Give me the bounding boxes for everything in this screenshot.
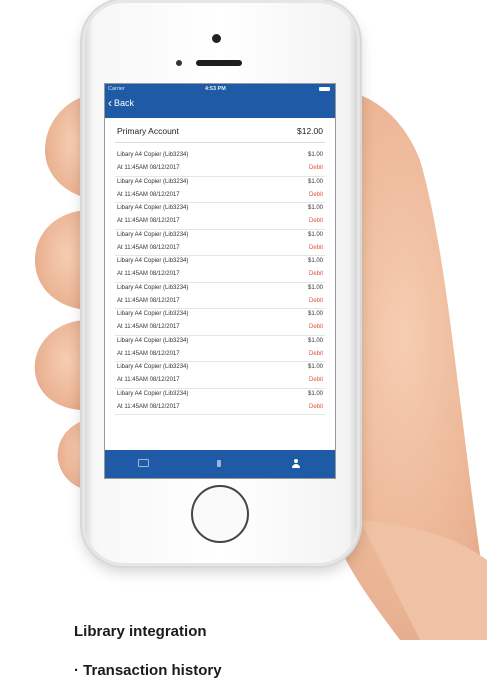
user-icon bbox=[292, 458, 301, 468]
transaction-row[interactable]: Libary A4 Copier (Lib3234) $1.00 At 11:4… bbox=[115, 389, 325, 415]
carrier-label: Carrier bbox=[108, 86, 125, 92]
transaction-type: Debit bbox=[308, 271, 323, 277]
transaction-amount: $1.00 bbox=[307, 205, 323, 211]
transaction-type: Debit bbox=[308, 191, 323, 198]
transaction-amount: $1.00 bbox=[307, 152, 323, 158]
transaction-amount: $1.00 bbox=[307, 231, 323, 238]
back-label: Back bbox=[114, 98, 135, 108]
transaction-description: Libary A4 Copier (Lib3234) bbox=[117, 152, 189, 158]
transaction-type: Debit bbox=[308, 244, 323, 251]
transaction-type: Debit bbox=[308, 165, 323, 171]
transaction-type: Debit bbox=[308, 297, 323, 304]
transaction-row[interactable]: Libary A4 Copier (Lib3234) $1.00 At 11:4… bbox=[115, 336, 325, 362]
transaction-timestamp: At 11:45AM 08/12/2017 bbox=[117, 244, 180, 251]
transaction-row[interactable]: Libary A4 Copier (Lib3234) $1.00 At 11:4… bbox=[115, 177, 325, 203]
transaction-row[interactable]: Libary A4 Copier (Lib3234) $1.00 At 11:4… bbox=[115, 150, 325, 177]
transaction-description: Libary A4 Copier (Lib3234) bbox=[117, 205, 189, 211]
tab-wallet[interactable] bbox=[133, 456, 153, 470]
transaction-description: Libary A4 Copier (Lib3234) bbox=[117, 364, 189, 370]
transaction-timestamp: At 11:45AM 08/12/2017 bbox=[117, 350, 180, 357]
transaction-timestamp: At 11:45AM 08/12/2017 bbox=[117, 165, 180, 171]
caption-title: Library integration bbox=[74, 623, 207, 640]
transaction-description: Libary A4 Copier (Lib3234) bbox=[117, 390, 189, 397]
transaction-row[interactable]: Libary A4 Copier (Lib3234) $1.00 At 11:4… bbox=[115, 309, 325, 336]
divider bbox=[115, 142, 325, 143]
transaction-timestamp: At 11:45AM 08/12/2017 bbox=[117, 271, 180, 277]
caption-subtitle: · Transaction history bbox=[74, 662, 222, 679]
status-bar: Carrier 4:53 PM bbox=[105, 85, 335, 95]
transaction-timestamp: At 11:45AM 08/12/2017 bbox=[117, 324, 180, 330]
transaction-type: Debit bbox=[308, 324, 323, 330]
user-icon-head bbox=[294, 458, 298, 463]
proximity-sensor bbox=[176, 60, 182, 66]
transaction-row[interactable]: Libary A4 Copier (Lib3234) $1.00 At 11:4… bbox=[115, 256, 325, 283]
user-icon-body bbox=[292, 463, 300, 468]
front-camera bbox=[212, 34, 221, 43]
account-balance: $12.00 bbox=[297, 126, 323, 136]
transaction-row[interactable]: Libary A4 Copier (Lib3234) $1.00 At 11:4… bbox=[115, 362, 325, 389]
transaction-timestamp: At 11:45AM 08/12/2017 bbox=[117, 191, 180, 198]
transaction-type: Debit bbox=[308, 377, 323, 383]
wallet-icon bbox=[137, 459, 149, 467]
back-button[interactable]: ‹ Back bbox=[108, 96, 135, 110]
transaction-list: Libary A4 Copier (Lib3234) $1.00 At 11:4… bbox=[115, 150, 325, 415]
transaction-row[interactable]: Libary A4 Copier (Lib3234) $1.00 At 11:4… bbox=[115, 283, 325, 309]
transaction-timestamp: At 11:45AM 08/12/2017 bbox=[117, 218, 180, 224]
battery-icon bbox=[319, 87, 330, 91]
transaction-content: Primary Account $12.00 Libary A4 Copier … bbox=[105, 118, 335, 450]
transaction-amount: $1.00 bbox=[307, 178, 323, 185]
transaction-description: Libary A4 Copier (Lib3234) bbox=[117, 311, 189, 317]
tab-card[interactable] bbox=[209, 456, 229, 470]
tab-profile[interactable] bbox=[286, 456, 306, 470]
transaction-amount: $1.00 bbox=[307, 390, 323, 397]
transaction-description: Libary A4 Copier (Lib3234) bbox=[117, 178, 189, 185]
transaction-amount: $1.00 bbox=[307, 258, 323, 264]
transaction-amount: $1.00 bbox=[307, 311, 323, 317]
account-summary[interactable]: Primary Account $12.00 bbox=[117, 126, 323, 140]
status-time: 4:53 PM bbox=[205, 86, 226, 92]
transaction-description: Libary A4 Copier (Lib3234) bbox=[117, 284, 189, 291]
card-icon bbox=[217, 459, 221, 467]
tab-bar bbox=[105, 450, 335, 478]
account-name: Primary Account bbox=[117, 126, 179, 136]
home-button[interactable] bbox=[191, 485, 249, 543]
transaction-type: Debit bbox=[308, 403, 323, 410]
transaction-timestamp: At 11:45AM 08/12/2017 bbox=[117, 403, 180, 410]
transaction-timestamp: At 11:45AM 08/12/2017 bbox=[117, 297, 180, 304]
transaction-timestamp: At 11:45AM 08/12/2017 bbox=[117, 377, 180, 383]
transaction-row[interactable]: Libary A4 Copier (Lib3234) $1.00 At 11:4… bbox=[115, 203, 325, 230]
transaction-amount: $1.00 bbox=[307, 337, 323, 344]
transaction-description: Libary A4 Copier (Lib3234) bbox=[117, 258, 189, 264]
transaction-type: Debit bbox=[308, 218, 323, 224]
transaction-description: Libary A4 Copier (Lib3234) bbox=[117, 337, 189, 344]
earpiece-speaker bbox=[196, 60, 242, 66]
transaction-amount: $1.00 bbox=[307, 364, 323, 370]
navigation-bar: Carrier 4:53 PM ‹ Back bbox=[105, 84, 335, 118]
chevron-left-icon: ‹ bbox=[108, 96, 112, 110]
transaction-row[interactable]: Libary A4 Copier (Lib3234) $1.00 At 11:4… bbox=[115, 230, 325, 256]
transaction-amount: $1.00 bbox=[307, 284, 323, 291]
transaction-description: Libary A4 Copier (Lib3234) bbox=[117, 231, 189, 238]
phone-screen: Carrier 4:53 PM ‹ Back Primary Account $… bbox=[105, 84, 335, 478]
transaction-type: Debit bbox=[308, 350, 323, 357]
